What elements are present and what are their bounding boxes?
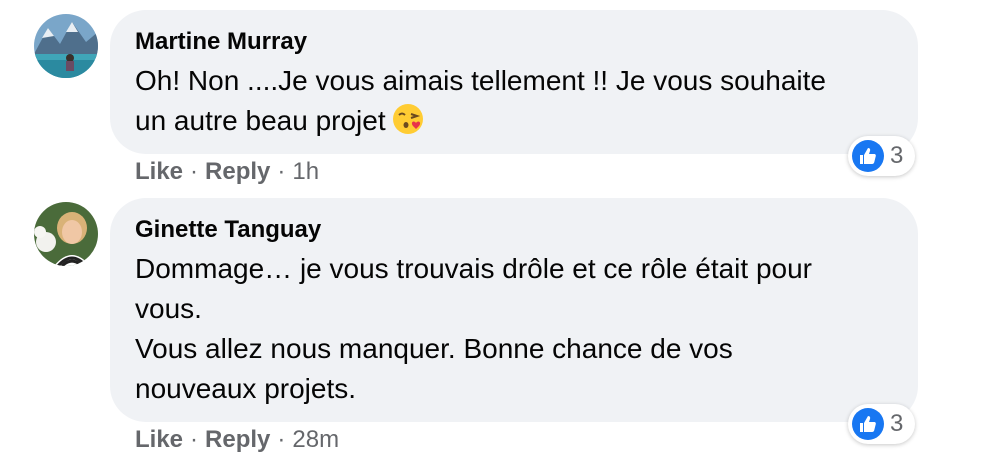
comment-text: Oh! Non ....Je vous aimais tellement !! … — [135, 61, 894, 146]
comment-actions: Like · Reply · 28m — [135, 425, 339, 455]
comment-text-line: Vous allez nous manquer. Bonne chance de… — [135, 333, 733, 364]
comment-text-line: Oh! Non ....Je vous aimais tellement !! … — [135, 65, 827, 96]
avatar[interactable] — [34, 14, 98, 78]
comment-bubble: Martine Murray Oh! Non ....Je vous aimai… — [110, 10, 918, 154]
comment-text-line: vous. — [135, 293, 202, 324]
avatar[interactable] — [34, 202, 98, 266]
reaction-count: 3 — [890, 142, 904, 169]
like-icon — [852, 408, 884, 440]
comment-author[interactable]: Ginette Tanguay — [135, 215, 894, 245]
comment-author[interactable]: Martine Murray — [135, 27, 894, 57]
timestamp[interactable]: 28m — [292, 426, 339, 453]
comment-bubble: Ginette Tanguay Dommage… je vous trouvai… — [110, 198, 918, 422]
comment-text-line: Dommage… je vous trouvais drôle et ce rô… — [135, 253, 812, 284]
reaction-count: 3 — [890, 410, 904, 437]
comment-feed: Martine Murray Oh! Non ....Je vous aimai… — [0, 0, 982, 458]
separator: · — [190, 158, 199, 185]
reply-button[interactable]: Reply — [205, 426, 270, 453]
reactions-summary[interactable]: 3 — [848, 404, 916, 444]
like-button[interactable]: Like — [135, 158, 183, 185]
face-blowing-a-kiss-icon — [392, 103, 424, 146]
separator: · — [277, 158, 286, 185]
timestamp[interactable]: 1h — [292, 158, 319, 185]
comment-text: Dommage… je vous trouvais drôle et ce rô… — [135, 249, 894, 409]
reactions-summary[interactable]: 3 — [848, 136, 916, 176]
comment-actions: Like · Reply · 1h — [135, 157, 319, 187]
comment-text-line: nouveaux projets. — [135, 373, 357, 404]
separator: · — [190, 426, 199, 453]
separator: · — [277, 426, 286, 453]
reply-button[interactable]: Reply — [205, 158, 270, 185]
comment-text-line: un autre beau projet — [135, 105, 386, 136]
like-button[interactable]: Like — [135, 426, 183, 453]
like-icon — [852, 140, 884, 172]
